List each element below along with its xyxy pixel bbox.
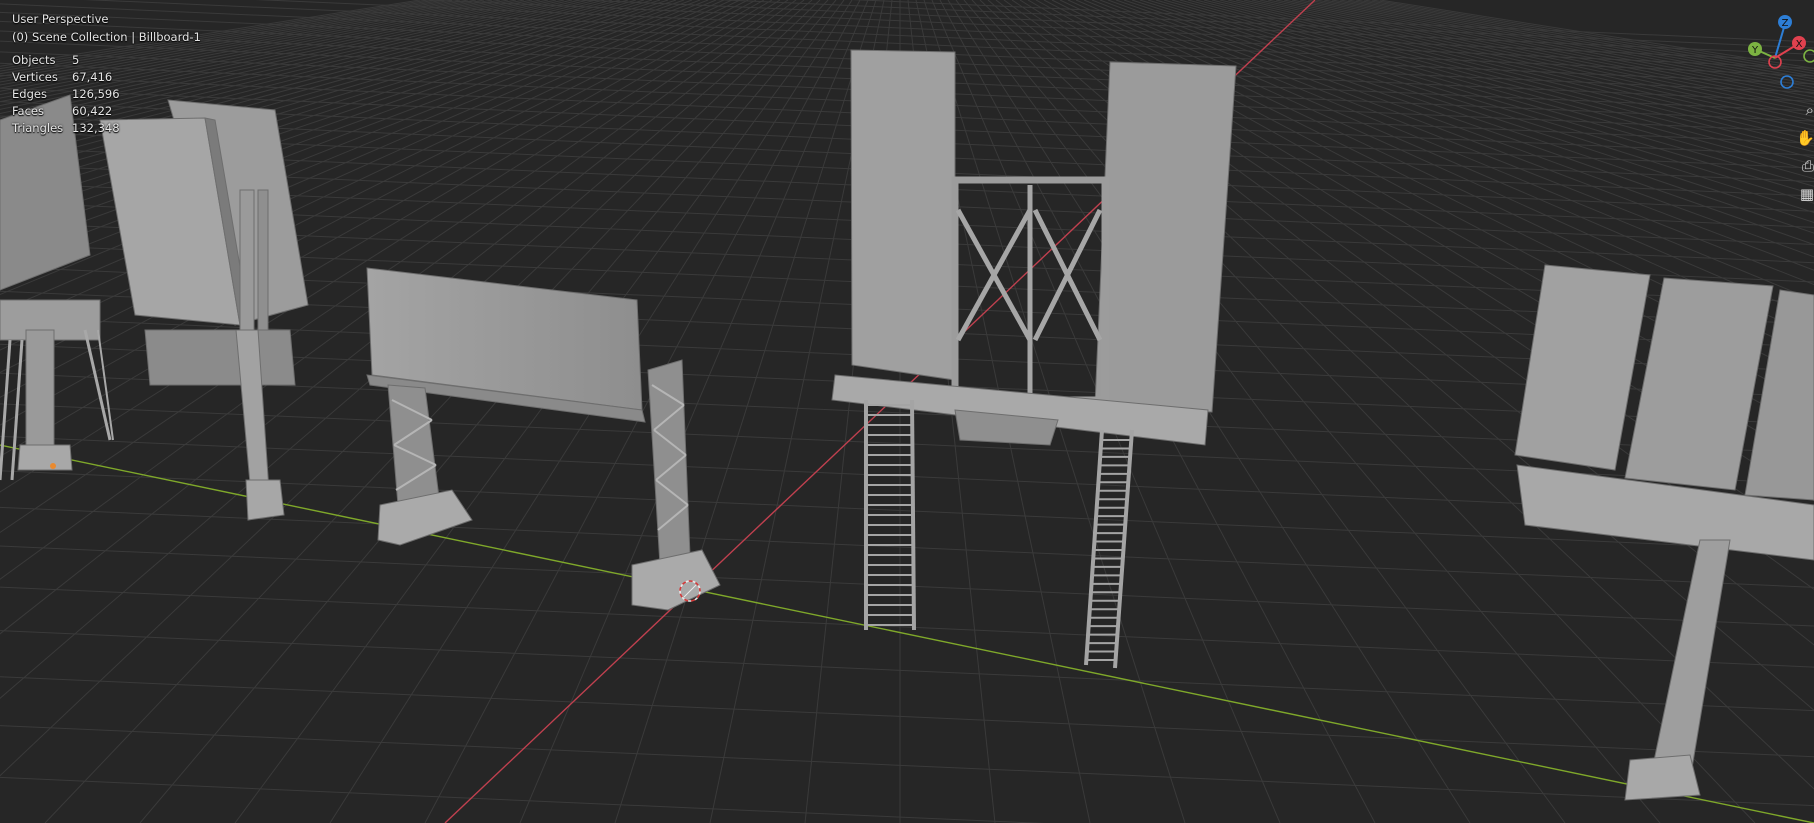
stat-value: 126,596 [72,87,120,101]
stat-label: Triangles [12,121,64,135]
gizmo-y-label: Y [1751,45,1759,56]
stat-row: Objects 5 [12,52,201,69]
scene-statistics: Objects 5 Vertices 67,416 Edges 126,596 Faces 6… [12,52,201,137]
stat-label: Faces [12,104,44,118]
view-perspective-label: User Perspective [12,12,109,26]
gizmo-x-label: X [1796,39,1803,50]
stat-value: 132,348 [72,121,120,135]
stat-label: Vertices [12,70,58,84]
stat-row: Edges 126,596 [12,86,201,103]
scene-canvas[interactable] [0,0,1814,823]
hand-pan-icon[interactable]: ✋ [1796,124,1814,152]
stat-value: 5 [72,53,80,67]
3d-viewport[interactable] [0,0,1814,823]
scene-collection-label: (0) Scene Collection | Billboard-1 [12,30,201,44]
stat-label: Objects [12,53,56,67]
viewport-nav-tools: ⌕ ✋ ⎙ ▦ [1796,96,1814,208]
grid-view-icon[interactable]: ▦ [1796,180,1814,208]
gizmo-x-icon[interactable]: X [1792,36,1806,50]
stat-row: Faces 60,422 [12,103,201,120]
gizmo-neg-z-icon[interactable] [1780,75,1794,89]
gizmo-z-label: Z [1782,18,1789,29]
stat-row: Triangles 132,348 [12,120,201,137]
gizmo-neg-y-icon[interactable] [1803,49,1814,63]
stat-value: 60,422 [72,104,113,118]
stat-label: Edges [12,87,47,101]
stat-row: Vertices 67,416 [12,69,201,86]
camera-icon[interactable]: ⎙ [1796,152,1814,180]
gizmo-y-icon[interactable]: Y [1748,42,1762,56]
viewport-info-overlay: User Perspective (0) Scene Collection | … [12,10,201,137]
billboard-double-panel[interactable] [99,99,309,521]
gizmo-z-icon[interactable]: Z [1778,15,1792,29]
stat-value: 67,416 [72,70,113,84]
navigation-gizmo[interactable]: Z Y X [1738,6,1814,96]
zoom-icon[interactable]: ⌕ [1796,96,1814,124]
